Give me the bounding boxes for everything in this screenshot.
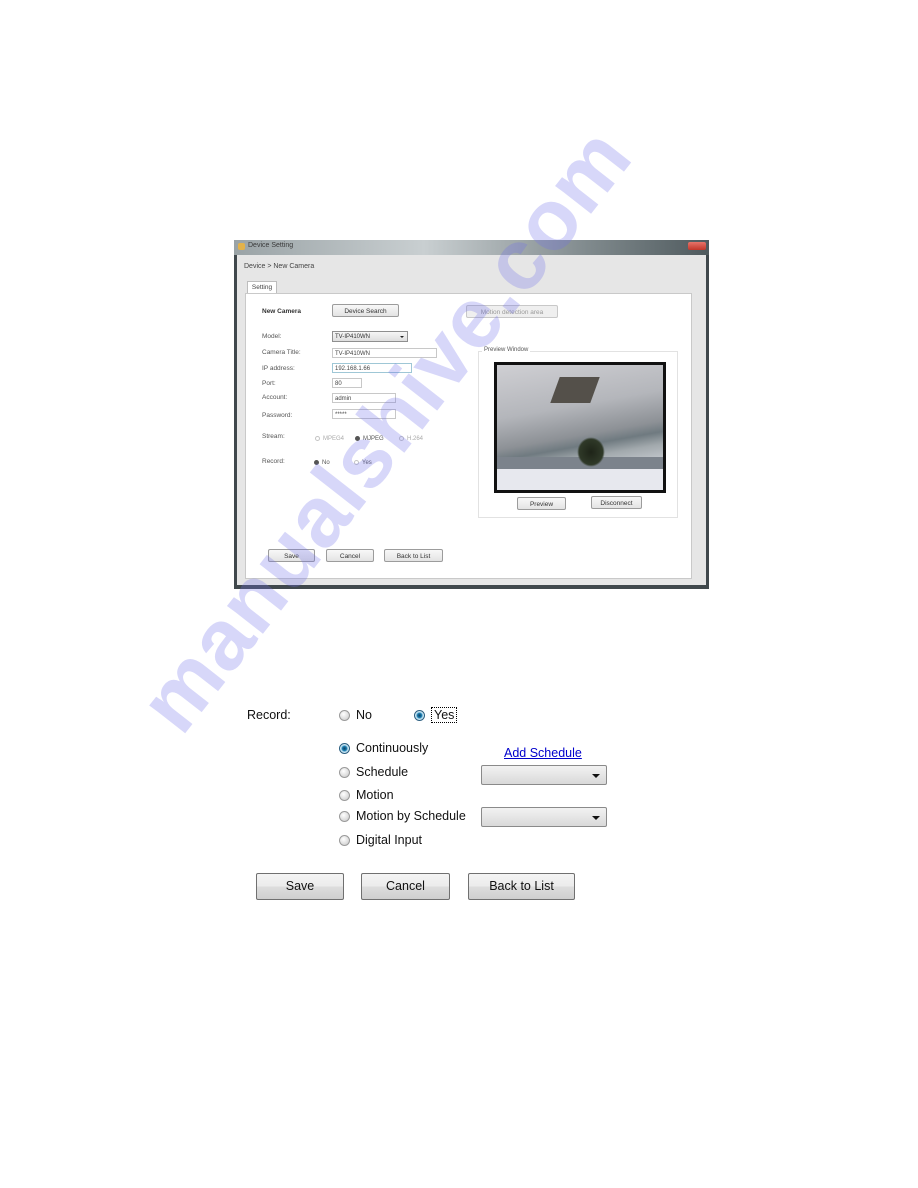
- camera-title-label: Camera Title:: [262, 349, 301, 356]
- mode-option-schedule[interactable]: Schedule: [339, 764, 408, 780]
- setting-panel: New Camera Device Search Motion detectio…: [245, 293, 692, 579]
- window-title: Device Setting: [248, 242, 294, 249]
- disconnect-button[interactable]: Disconnect: [591, 496, 642, 509]
- breadcrumb: Device > New Camera: [244, 263, 315, 270]
- close-icon[interactable]: [688, 242, 706, 250]
- schedule-select[interactable]: [481, 765, 607, 785]
- record-option-yes[interactable]: Yes: [354, 459, 372, 467]
- cancel-button-large[interactable]: Cancel: [361, 873, 450, 900]
- model-value: TV-IP410WN: [335, 334, 371, 340]
- radio-icon: [315, 435, 320, 441]
- radio-icon: [339, 766, 350, 778]
- radio-selected-icon: [355, 435, 360, 441]
- stream-label: Stream:: [262, 433, 285, 440]
- account-input[interactable]: admin: [332, 393, 396, 403]
- model-select[interactable]: TV-IP410WN: [332, 331, 408, 342]
- radio-selected-icon: [339, 742, 350, 754]
- section-heading: New Camera: [262, 308, 302, 315]
- model-label: Model:: [262, 333, 282, 340]
- device-setting-window: Device Setting Device > New Camera Setti…: [234, 240, 709, 589]
- record-label: Record:: [262, 458, 285, 465]
- mode-option-continuously[interactable]: Continuously: [339, 740, 428, 756]
- record-option-yes-large[interactable]: Yes: [414, 707, 458, 723]
- motion-detection-area-button[interactable]: Motion detection area: [466, 305, 558, 318]
- save-button-large[interactable]: Save: [256, 873, 344, 900]
- stream-option-mpeg4[interactable]: MPEG4: [315, 435, 344, 443]
- chevron-down-icon: [592, 816, 600, 820]
- ip-address-input[interactable]: 192.168.1.66: [332, 363, 412, 373]
- back-to-list-button[interactable]: Back to List: [384, 549, 443, 562]
- record-option-no[interactable]: No: [314, 459, 330, 467]
- radio-icon: [339, 834, 350, 846]
- radio-selected-icon: [414, 709, 425, 721]
- account-label: Account:: [262, 394, 288, 401]
- mode-option-motion[interactable]: Motion: [339, 787, 394, 803]
- radio-icon: [339, 789, 350, 801]
- mode-option-motion-by-schedule[interactable]: Motion by Schedule: [339, 808, 466, 824]
- ip-address-label: IP address:: [262, 365, 295, 372]
- save-button[interactable]: Save: [268, 549, 315, 562]
- stream-option-mjpeg[interactable]: MJPEG: [355, 435, 384, 443]
- radio-icon: [339, 810, 350, 822]
- radio-icon: [354, 459, 359, 465]
- preview-button[interactable]: Preview: [517, 497, 566, 510]
- motion-schedule-select[interactable]: [481, 807, 607, 827]
- chevron-down-icon: [592, 774, 600, 778]
- password-label: Password:: [262, 412, 293, 419]
- record-option-no-large[interactable]: No: [339, 707, 372, 723]
- radio-selected-icon: [314, 459, 319, 465]
- chevron-down-icon: [400, 336, 404, 338]
- back-to-list-button-large[interactable]: Back to List: [468, 873, 575, 900]
- title-bar: Device Setting: [234, 240, 709, 255]
- port-input[interactable]: 80: [332, 378, 362, 388]
- app-icon: [238, 243, 245, 250]
- window-body: Device > New Camera Setting New Camera D…: [237, 255, 706, 585]
- add-schedule-link[interactable]: Add Schedule: [504, 746, 582, 760]
- preview-window-group: Preview Window Preview Disconnect: [478, 347, 678, 518]
- port-label: Port:: [262, 380, 276, 387]
- radio-icon: [339, 709, 350, 721]
- password-input[interactable]: *****: [332, 409, 396, 419]
- cancel-button[interactable]: Cancel: [326, 549, 374, 562]
- preview-window-label: Preview Window: [482, 347, 531, 353]
- camera-title-input[interactable]: TV-IP410WN: [332, 348, 437, 358]
- mode-option-digital-input[interactable]: Digital Input: [339, 832, 422, 848]
- camera-preview-image: [494, 362, 666, 493]
- device-search-button[interactable]: Device Search: [332, 304, 399, 317]
- record-label-large: Record:: [247, 708, 291, 722]
- radio-icon: [399, 435, 404, 441]
- stream-option-h264[interactable]: H.264: [399, 435, 423, 443]
